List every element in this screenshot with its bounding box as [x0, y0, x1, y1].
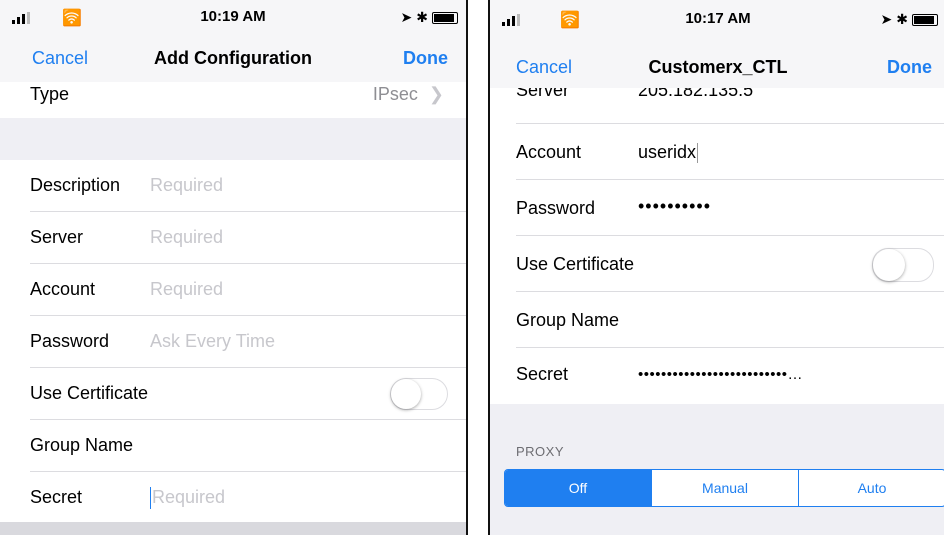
status-bar: 🛜 10:19 AM ➤ ✱	[0, 0, 466, 36]
chevron-right-icon: ❯	[428, 84, 444, 104]
text-cursor	[150, 487, 151, 510]
use-certificate-label: Use Certificate	[516, 254, 635, 274]
group-name-label: Group Name	[516, 310, 620, 330]
account-label: Account	[30, 279, 96, 299]
secret-placeholder: Required	[152, 487, 226, 507]
password-field[interactable]: ••••••••••	[638, 196, 711, 217]
secret-label: Secret	[30, 487, 83, 507]
status-time: 10:17 AM	[685, 10, 751, 27]
group-name-label: Group Name	[30, 435, 134, 455]
bluetooth-icon: ✱	[896, 11, 908, 27]
server-label: Server	[30, 227, 84, 247]
proxy-auto-segment[interactable]: Auto	[799, 470, 944, 506]
done-button[interactable]: Done	[403, 48, 448, 69]
status-right-icons: ➤ ✱	[401, 9, 458, 26]
account-row[interactable]: Account useridx	[490, 124, 944, 180]
description-label: Description	[30, 175, 121, 195]
section-gap	[0, 118, 466, 160]
group-name-row[interactable]: Group Name	[490, 292, 944, 348]
account-field[interactable]: useridx	[638, 142, 699, 164]
password-row[interactable]: Password ••••••••••	[490, 180, 944, 236]
secret-row[interactable]: Secret Required	[0, 472, 466, 524]
page-title: Add Configuration	[154, 48, 312, 68]
proxy-off-segment[interactable]: Off	[505, 470, 652, 506]
secret-field[interactable]: Required	[150, 487, 226, 510]
nav-bar: Cancel Customerx_CTL Done	[490, 38, 944, 88]
battery-icon	[432, 11, 458, 24]
location-icon: ➤	[400, 9, 413, 25]
type-value: IPsec ❯	[373, 84, 444, 105]
secret-row[interactable]: Secret ••••••••••••••••••••••••••…	[490, 348, 944, 404]
server-label: Server	[516, 88, 570, 100]
server-row[interactable]: Server Required	[0, 212, 466, 264]
password-field[interactable]: Ask Every Time	[150, 331, 275, 352]
server-field[interactable]: Required	[150, 227, 223, 248]
use-certificate-toggle[interactable]	[872, 248, 934, 282]
page-title: Customerx_CTL	[648, 57, 788, 77]
proxy-header: PROXY	[516, 444, 565, 459]
right-screen: 🛜 10:17 AM ➤ ✱ Cancel Customerx_CTL Done…	[488, 0, 944, 535]
use-certificate-row: Use Certificate	[490, 236, 944, 292]
proxy-segmented-control: Off Manual Auto	[504, 469, 944, 507]
type-row[interactable]: Type IPsec ❯	[0, 82, 466, 118]
left-screen: 🛜 10:19 AM ➤ ✱ Cancel Add Configuration …	[0, 0, 468, 535]
nav-bar: Cancel Add Configuration Done	[0, 36, 466, 82]
password-label: Password	[516, 198, 596, 218]
account-value: useridx	[638, 142, 697, 162]
account-label: Account	[516, 142, 582, 162]
account-row[interactable]: Account Required	[0, 264, 466, 316]
use-certificate-row: Use Certificate	[0, 368, 466, 420]
status-right-icons: ➤ ✱	[881, 11, 938, 28]
type-label: Type	[30, 84, 70, 104]
server-row[interactable]: Server 205.182.135.5	[490, 88, 944, 124]
bottom-gap	[0, 522, 466, 535]
use-certificate-label: Use Certificate	[30, 383, 149, 403]
status-bar: 🛜 10:17 AM ➤ ✱	[490, 0, 944, 38]
use-certificate-toggle[interactable]	[390, 378, 448, 410]
password-row[interactable]: Password Ask Every Time	[0, 316, 466, 368]
server-field[interactable]: 205.182.135.5	[638, 88, 753, 101]
account-field[interactable]: Required	[150, 279, 223, 300]
secret-label: Secret	[516, 364, 569, 384]
text-cursor	[697, 143, 699, 164]
done-button[interactable]: Done	[887, 57, 932, 78]
description-field[interactable]: Required	[150, 175, 223, 196]
password-label: Password	[30, 331, 110, 351]
battery-icon	[912, 13, 938, 26]
description-row[interactable]: Description Required	[0, 160, 466, 212]
type-value-text: IPsec	[372, 84, 418, 104]
secret-field[interactable]: ••••••••••••••••••••••••••…	[638, 366, 803, 383]
bluetooth-icon: ✱	[416, 9, 428, 25]
status-time: 10:19 AM	[200, 8, 266, 25]
location-icon: ➤	[880, 11, 893, 27]
group-name-row[interactable]: Group Name	[0, 420, 466, 472]
proxy-manual-segment[interactable]: Manual	[652, 470, 799, 506]
